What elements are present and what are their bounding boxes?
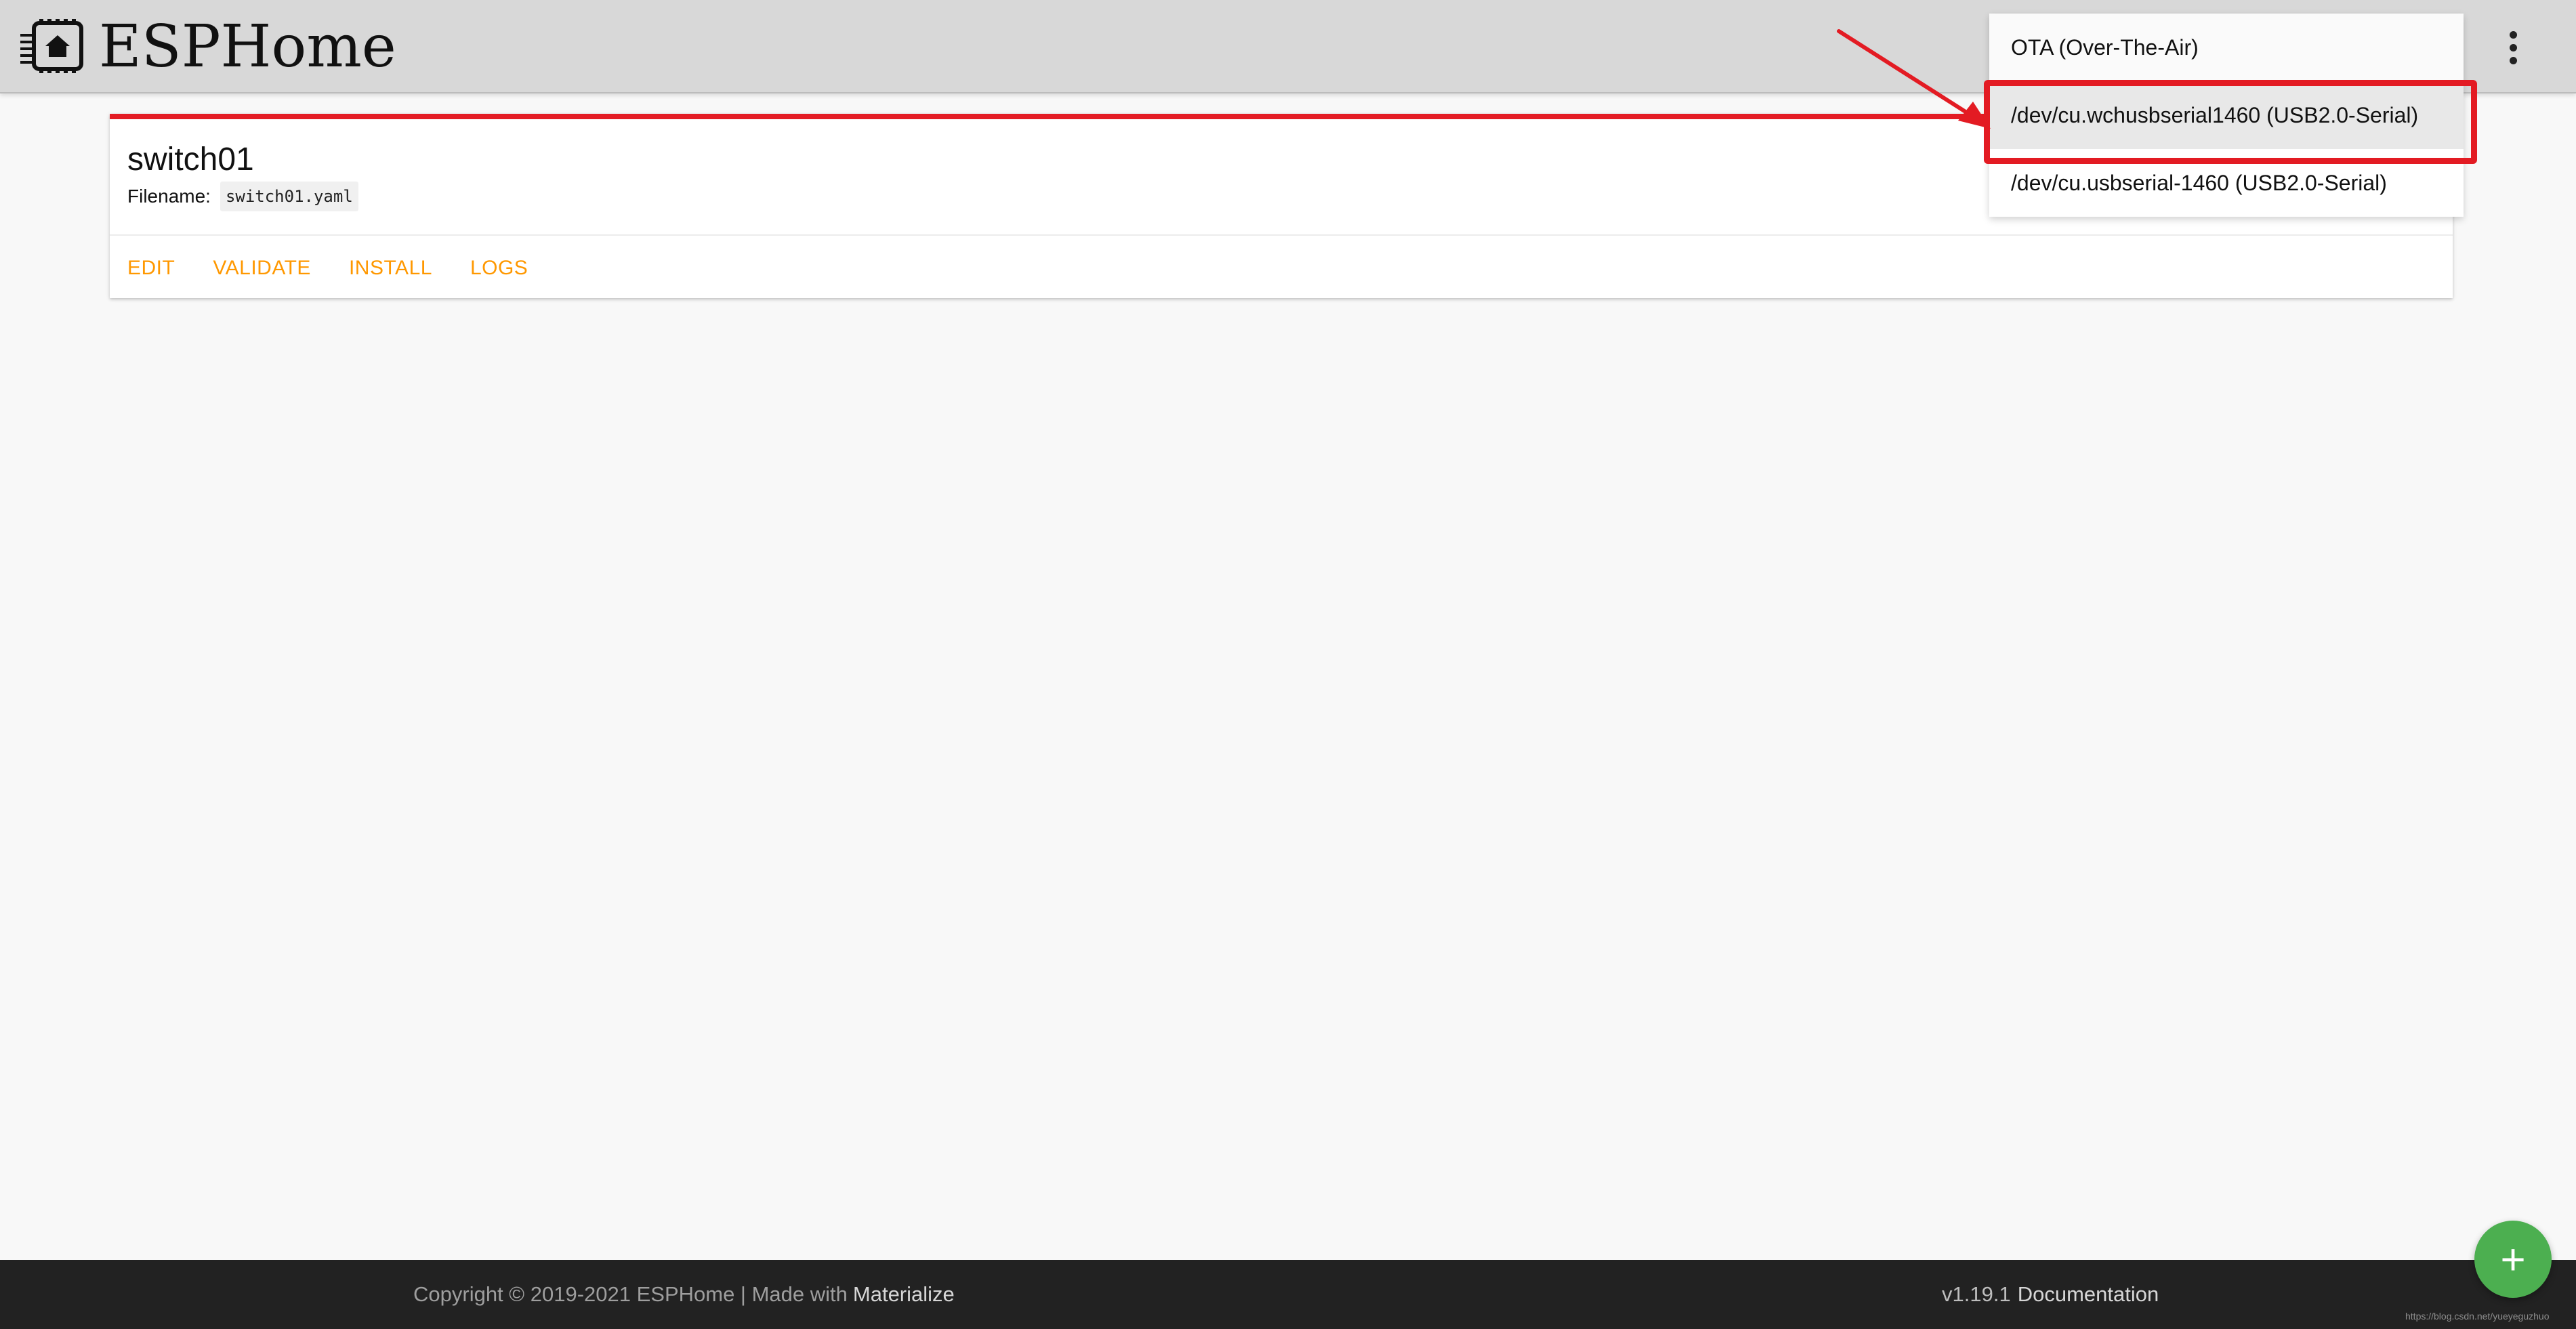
upload-port-dropdown: OTA (Over-The-Air) /dev/cu.wchusbserial1… xyxy=(1989,14,2464,217)
card-actions: EDIT VALIDATE INSTALL LOGS xyxy=(127,248,528,289)
edit-button[interactable]: EDIT xyxy=(127,257,175,280)
app-title: ESPHome xyxy=(99,13,396,81)
watermark: https://blog.csdn.net/yueyeguzhuo xyxy=(2405,1311,2550,1322)
kebab-dot xyxy=(2509,56,2517,64)
add-device-button[interactable]: + xyxy=(2474,1221,2552,1298)
card-divider xyxy=(110,234,2453,236)
filename-label: Filename: xyxy=(127,186,211,207)
dropdown-item-ota[interactable]: OTA (Over-The-Air) xyxy=(1989,14,2464,81)
materialize-link[interactable]: Materialize xyxy=(853,1282,955,1307)
install-button[interactable]: INSTALL xyxy=(349,257,432,280)
plus-icon: + xyxy=(2500,1235,2526,1284)
documentation-link[interactable]: Documentation xyxy=(2018,1282,2159,1307)
footer-version: v1.19.1 Documentation xyxy=(1942,1260,2159,1329)
dropdown-item-usbserial[interactable]: /dev/cu.usbserial-1460 (USB2.0-Serial) xyxy=(1989,149,2464,217)
kebab-dot xyxy=(2509,43,2517,51)
logs-button[interactable]: LOGS xyxy=(470,257,528,280)
copyright-text: Copyright © 2019-2021 ESPHome | Made wit… xyxy=(413,1282,848,1306)
chip-home-icon xyxy=(19,19,87,73)
kebab-dot xyxy=(2509,30,2517,39)
kebab-menu-icon[interactable] xyxy=(2496,27,2530,68)
version-text: v1.19.1 xyxy=(1942,1282,2011,1306)
validate-button[interactable]: VALIDATE xyxy=(213,257,311,280)
dropdown-item-wchusbserial[interactable]: /dev/cu.wchusbserial1460 (USB2.0-Serial) xyxy=(1989,81,2464,149)
footer-copyright: Copyright © 2019-2021 ESPHome | Made wit… xyxy=(413,1260,955,1329)
filename-value: switch01.yaml xyxy=(220,182,358,211)
device-name: switch01 xyxy=(127,142,254,177)
footer: Copyright © 2019-2021 ESPHome | Made wit… xyxy=(0,1260,2576,1329)
device-filename-row: Filename: switch01.yaml xyxy=(127,182,358,211)
